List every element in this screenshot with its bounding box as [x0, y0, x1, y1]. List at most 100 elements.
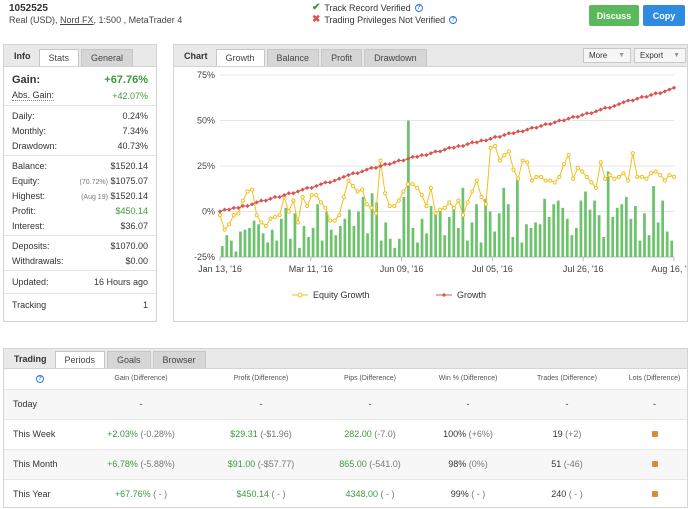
profit-cell: $450.14 ( - )	[206, 478, 316, 509]
lots-cell[interactable]	[622, 448, 687, 479]
discuss-button[interactable]: Discuss	[589, 5, 639, 26]
growth-point	[493, 134, 498, 140]
equity-growth-point	[598, 160, 603, 165]
activity-bar	[497, 213, 501, 257]
tab-periods[interactable]: Periods	[54, 351, 106, 368]
x-tick-label: Mar 11, '16	[289, 264, 333, 274]
broker-link[interactable]: Nord FX	[60, 15, 94, 25]
activity-bar	[597, 215, 601, 257]
activity-bar	[366, 233, 369, 257]
tab-stats[interactable]: Stats	[38, 49, 80, 66]
equity-growth-point	[626, 178, 631, 183]
equity-growth-point	[447, 200, 452, 205]
activity-bar	[270, 229, 274, 257]
growth-point	[667, 87, 672, 92]
equity-growth-point	[552, 180, 557, 185]
activity-bar	[229, 240, 233, 257]
activity-bar	[488, 211, 492, 257]
y-tick-label: -25%	[194, 252, 215, 262]
table-row: Today - - - - - -	[4, 388, 687, 419]
tab-growth[interactable]: Growth	[215, 49, 265, 66]
info-title: Info	[14, 50, 31, 61]
growth-point	[437, 149, 443, 154]
equity-growth-point	[415, 185, 420, 190]
export-dropdown[interactable]: Export ▼	[634, 48, 686, 63]
lots-cell[interactable]	[622, 478, 687, 509]
equity-growth-point	[616, 174, 622, 180]
more-dropdown[interactable]: More ▼	[583, 48, 631, 63]
equity-growth-point	[589, 180, 594, 185]
growth-point	[392, 160, 397, 165]
activity-bar	[261, 233, 265, 257]
equity-growth-point	[561, 162, 567, 167]
activity-bar	[652, 186, 655, 257]
growth-point	[410, 154, 415, 160]
growth-point	[570, 114, 576, 119]
help-icon[interactable]: ?	[414, 3, 423, 12]
x-tick-label: Aug 16, '16	[651, 264, 687, 274]
equity-growth-point	[396, 198, 401, 203]
growth-point	[263, 198, 268, 203]
copy-button[interactable]: Copy	[643, 5, 685, 26]
tab-goals[interactable]: Goals	[107, 351, 151, 368]
equity-growth-point	[543, 178, 548, 183]
activity-bar	[588, 209, 592, 257]
help-icon[interactable]: ?	[36, 374, 44, 383]
activity-bar	[611, 216, 615, 257]
growth-chart: 75% 50% 25% 0% -25% Jan 13, '16 Mar 11, '16 Jun…	[194, 70, 687, 300]
tab-browser[interactable]: Browser	[152, 351, 206, 368]
lock-icon[interactable]	[651, 491, 658, 498]
equity-growth-point	[401, 189, 406, 194]
win-cell: 98% (0%)	[424, 448, 512, 479]
growth-point	[442, 147, 447, 152]
growth-point	[648, 92, 654, 98]
growth-point	[621, 100, 626, 105]
updated-value: 16 Hours ago	[93, 277, 148, 287]
equity-value: $1075.07	[110, 175, 148, 186]
equity-growth-point	[612, 176, 617, 181]
growth-point	[511, 131, 516, 136]
equity-growth-point	[497, 158, 502, 163]
lots-cell[interactable]	[622, 418, 687, 449]
activity-bar	[357, 211, 360, 257]
activity-bar	[461, 187, 465, 257]
activity-bar	[411, 227, 415, 257]
lock-icon[interactable]	[651, 461, 658, 467]
equity-growth-point	[332, 218, 337, 223]
equity-growth-point	[456, 198, 461, 203]
activity-bar	[552, 204, 556, 257]
activity-bar	[420, 218, 424, 257]
withdrawals-value: $0.00	[125, 255, 148, 266]
growth-point	[658, 91, 663, 96]
growth-point	[616, 101, 622, 107]
equity-growth-point	[263, 223, 268, 229]
period-label: Today	[4, 388, 76, 419]
tab-general[interactable]: General	[81, 49, 134, 66]
growth-point	[525, 127, 530, 132]
growth-point	[451, 145, 457, 150]
growth-point	[350, 171, 356, 176]
growth-point	[497, 134, 502, 140]
help-icon[interactable]: ?	[449, 15, 458, 24]
trading-privileges-label: Trading Privileges Not Verified	[324, 14, 446, 25]
activity-bar	[579, 200, 583, 257]
growth-point	[598, 107, 603, 112]
tab-drawdown[interactable]: Drawdown	[364, 49, 427, 66]
lock-icon[interactable]	[651, 431, 658, 437]
highest-note: (Aug 19)	[81, 193, 108, 201]
activity-bar	[615, 207, 619, 257]
growth-point	[603, 105, 608, 110]
monthly-row: Monthly: 7.34%	[4, 123, 156, 138]
growth-point	[488, 136, 493, 141]
equity-growth-point	[405, 182, 411, 187]
equity-growth-point	[474, 178, 479, 183]
growth-point	[323, 180, 328, 185]
profit-cell: $29.31 (-$1.96)	[206, 418, 316, 449]
growth-point	[520, 129, 525, 134]
tab-balance[interactable]: Balance	[266, 49, 320, 66]
tab-profit[interactable]: Profit	[321, 49, 363, 66]
profit-cell: $91.00 (-$57.77)	[206, 448, 316, 479]
growth-point	[396, 158, 401, 163]
activity-bar	[565, 218, 569, 257]
activity-bar	[257, 224, 260, 257]
